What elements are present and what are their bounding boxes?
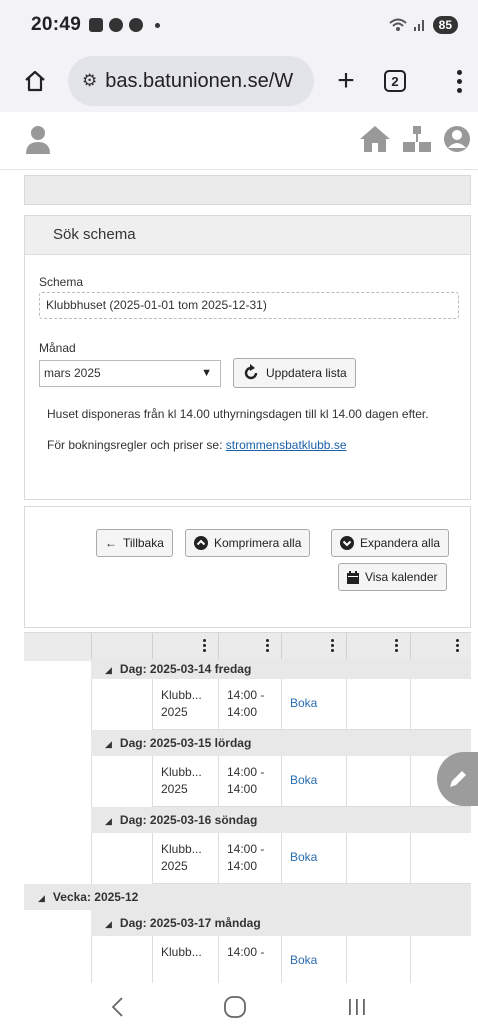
- chevron-down-circle-icon: [340, 536, 354, 550]
- day-group-row[interactable]: ◢ Dag: 2025-03-14 fredag: [91, 659, 471, 679]
- new-tab-button[interactable]: +: [332, 66, 360, 96]
- column-menu-icon[interactable]: [266, 639, 269, 652]
- collapse-all-button[interactable]: Komprimera alla: [185, 529, 311, 557]
- schema-select[interactable]: Klubbhuset (2025-01-01 tom 2025-12-31): [39, 292, 459, 319]
- table-row: Klubb... 2025 14:00 - 14:00 Boka: [152, 756, 471, 807]
- url-text: bas.batunionen.se/W: [105, 69, 294, 92]
- browser-toolbar: ⚙ bas.batunionen.se/W + 2: [0, 50, 478, 112]
- refresh-list-button[interactable]: Uppdatera lista: [233, 358, 356, 388]
- rental-info-text: Huset disponeras från kl 14.00 uthyrning…: [47, 407, 429, 421]
- collapse-triangle-icon: ◢: [105, 739, 112, 749]
- show-calendar-button[interactable]: Visa kalender: [338, 563, 447, 591]
- back-nav-icon[interactable]: [110, 996, 124, 1018]
- book-link[interactable]: Boka: [281, 756, 346, 807]
- book-link[interactable]: Boka: [281, 679, 346, 730]
- table-row: Klubb... 2025 14:00 - 14:00 Boka: [152, 679, 471, 730]
- schedule-grid: ◢ Dag: 2025-03-14 fredag Klubb... 2025 14…: [24, 632, 471, 983]
- grid-header: [24, 633, 471, 661]
- home-nav-icon[interactable]: [223, 995, 247, 1019]
- refresh-icon: [244, 364, 258, 380]
- actions-panel: ← Tillbaka Komprimera alla Expandera all…: [24, 506, 471, 628]
- dropdown-arrow-icon: ▼: [201, 367, 212, 379]
- week-group-row[interactable]: ◢ Vecka: 2025-12: [24, 884, 471, 910]
- home-icon[interactable]: [358, 124, 392, 154]
- top-gray-bar: [24, 175, 471, 205]
- signal-icon: [413, 20, 424, 31]
- expand-all-button[interactable]: Expandera alla: [331, 529, 450, 557]
- home-button[interactable]: [22, 68, 48, 94]
- gallery-notification-icon: [89, 18, 104, 32]
- day-group-row[interactable]: ◢ Dag: 2025-03-16 söndag: [91, 807, 471, 833]
- account-circle-icon[interactable]: [442, 124, 472, 154]
- browser-menu-button[interactable]: [454, 69, 464, 93]
- month-label: Månad: [39, 341, 76, 355]
- rules-link[interactable]: strommensbatklubb.se: [226, 438, 347, 452]
- back-button[interactable]: ← Tillbaka: [96, 529, 173, 557]
- search-schedule-panel: Sök schema Schema Klubbhuset (2025-01-01…: [24, 215, 471, 500]
- status-bar: 20:49 85: [0, 0, 478, 50]
- calendar-icon: [347, 570, 359, 584]
- sitemap-icon[interactable]: [402, 124, 432, 154]
- day-group-row[interactable]: ◢ Dag: 2025-03-15 lördag: [91, 730, 471, 756]
- column-menu-icon[interactable]: [331, 639, 334, 652]
- table-row: Klubb... 14:00 - Boka: [152, 936, 471, 983]
- site-settings-icon[interactable]: ⚙: [82, 71, 97, 91]
- tab-switcher-button[interactable]: 2: [384, 70, 406, 92]
- schema-label: Schema: [39, 275, 84, 289]
- home-outline-icon: [25, 70, 45, 92]
- panel-title: Sök schema: [25, 216, 470, 255]
- arrow-left-icon: ←: [105, 536, 117, 550]
- address-bar[interactable]: ⚙ bas.batunionen.se/W: [68, 56, 314, 106]
- column-menu-icon[interactable]: [456, 639, 459, 652]
- month-select[interactable]: mars 2025 ▼: [39, 359, 221, 387]
- more-notifications-icon: [155, 22, 161, 28]
- column-menu-icon[interactable]: [395, 639, 398, 652]
- book-link[interactable]: Boka: [281, 833, 346, 884]
- page-content: Sök schema Schema Klubbhuset (2025-01-01…: [0, 170, 478, 983]
- user-icon: [26, 126, 50, 154]
- day-group-row[interactable]: ◢ Dag: 2025-03-17 måndag: [91, 910, 471, 936]
- facebook-notification-icon: [129, 18, 144, 32]
- table-row: Klubb... 2025 14:00 - 14:00 Boka: [152, 833, 471, 884]
- recent-apps-icon[interactable]: [346, 997, 368, 1017]
- collapse-triangle-icon: ◢: [38, 893, 45, 903]
- site-header: [0, 112, 478, 170]
- wifi-icon: [388, 18, 407, 31]
- chevron-up-circle-icon: [194, 536, 208, 550]
- month-value: mars 2025: [44, 366, 101, 380]
- column-menu-icon[interactable]: [203, 639, 206, 652]
- messenger-notification-icon: [109, 18, 124, 32]
- status-time: 20:49: [31, 14, 82, 35]
- battery-level: 85: [432, 16, 458, 34]
- collapse-triangle-icon: ◢: [105, 919, 112, 929]
- system-nav-bar: [0, 983, 478, 1030]
- rules-text: För bokningsregler och priser se:: [47, 438, 223, 452]
- book-link[interactable]: Boka: [281, 936, 346, 983]
- pencil-icon: [449, 771, 466, 787]
- collapse-triangle-icon: ◢: [105, 816, 112, 826]
- collapse-triangle-icon: ◢: [105, 665, 112, 675]
- user-menu-button[interactable]: [24, 124, 52, 161]
